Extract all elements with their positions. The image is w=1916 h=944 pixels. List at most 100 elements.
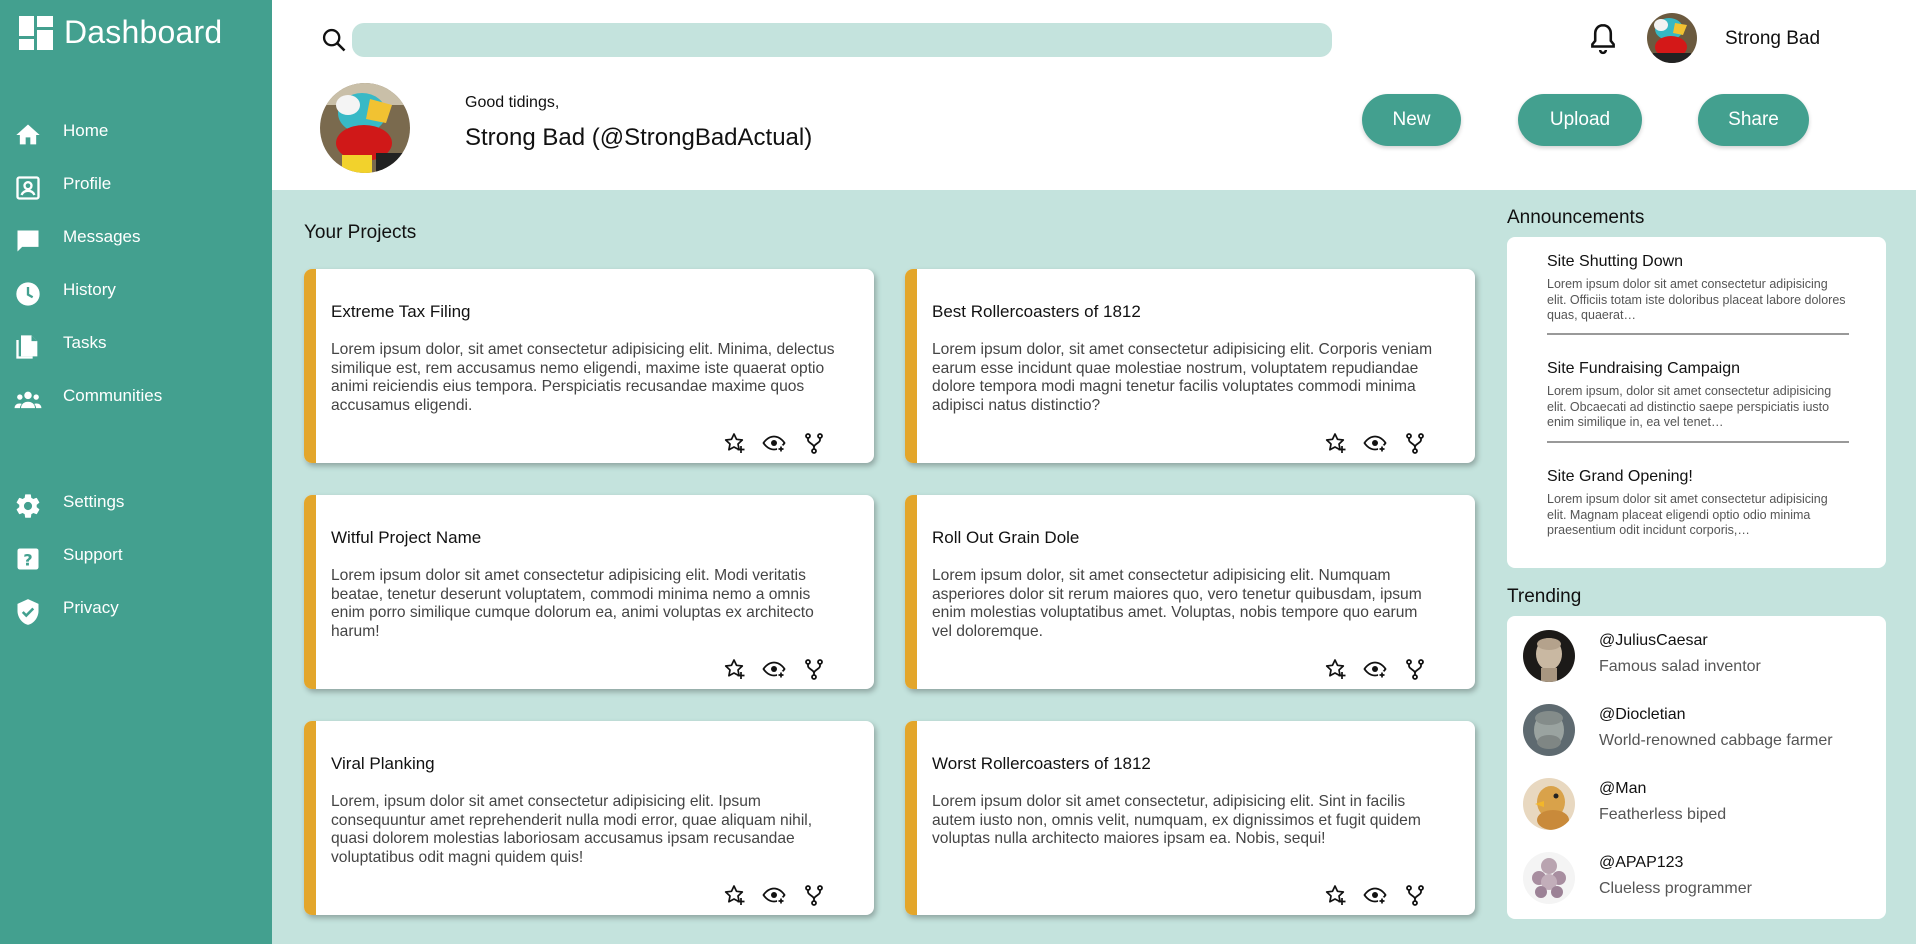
card-accent-bar bbox=[304, 721, 316, 915]
project-card[interactable]: Worst Rollercoasters of 1812 Lorem ipsum… bbox=[905, 721, 1475, 915]
avatar bbox=[1523, 704, 1575, 756]
chat-bubble-icon bbox=[17, 230, 39, 252]
announcement-item[interactable]: Site Grand Opening! Lorem ipsum dolor si… bbox=[1547, 468, 1849, 538]
search-icon[interactable] bbox=[320, 26, 348, 54]
shield-check-icon bbox=[17, 599, 39, 625]
eye-add-icon[interactable] bbox=[1363, 883, 1387, 907]
sidebar-item-history[interactable]: History bbox=[0, 272, 272, 312]
announcement-text: Lorem ipsum dolor sit amet consectetur a… bbox=[1547, 492, 1828, 537]
announcement-title[interactable]: Site Fundraising Campaign bbox=[1547, 360, 1849, 378]
sidebar: Dashboard Home Profile Messages History … bbox=[0, 0, 272, 944]
help-icon: ? bbox=[17, 548, 39, 570]
sidebar-item-messages[interactable]: Messages bbox=[0, 219, 272, 259]
project-title[interactable]: Extreme Tax Filing bbox=[331, 302, 471, 322]
sidebar-item-settings[interactable]: Settings bbox=[0, 484, 272, 524]
app-title: Dashboard bbox=[64, 14, 223, 50]
trending-item[interactable]: @APAP123 Clueless programmer bbox=[1523, 852, 1863, 908]
announcement-text: Lorem ipsum dolor sit amet consectetur a… bbox=[1547, 277, 1846, 322]
card-actions bbox=[1323, 657, 1433, 681]
project-card[interactable]: Witful Project Name Lorem ipsum dolor si… bbox=[304, 495, 874, 689]
star-add-icon[interactable] bbox=[722, 883, 746, 907]
project-title[interactable]: Worst Rollercoasters of 1812 bbox=[932, 754, 1151, 774]
trending-handle[interactable]: @APAP123 bbox=[1599, 854, 1683, 872]
eye-add-icon[interactable] bbox=[762, 431, 786, 455]
sidebar-item-label: Home bbox=[63, 121, 109, 140]
trending-handle[interactable]: @Diocletian bbox=[1599, 706, 1686, 724]
sidebar-item-label: Profile bbox=[63, 174, 112, 193]
star-add-icon[interactable] bbox=[722, 431, 746, 455]
sidebar-item-communities[interactable]: Communities bbox=[0, 378, 272, 418]
card-actions bbox=[722, 883, 832, 907]
trending-handle[interactable]: @JuliusCaesar bbox=[1599, 632, 1708, 650]
sidebar-item-privacy[interactable]: Privacy bbox=[0, 590, 272, 630]
eye-add-icon[interactable] bbox=[762, 657, 786, 681]
sidebar-item-label: Support bbox=[63, 545, 123, 564]
new-button[interactable]: New bbox=[1362, 94, 1461, 146]
user-handle: Strong Bad (@StrongBadActual) bbox=[465, 124, 813, 151]
header-username[interactable]: Strong Bad bbox=[1725, 28, 1820, 50]
card-accent-bar bbox=[905, 721, 917, 915]
announcement-item[interactable]: Site Fundraising Campaign Lorem ipsum, d… bbox=[1547, 360, 1849, 430]
announcement-title[interactable]: Site Grand Opening! bbox=[1547, 468, 1849, 486]
card-accent-bar bbox=[304, 269, 316, 463]
announcement-item[interactable]: Site Shutting Down Lorem ipsum dolor sit… bbox=[1547, 253, 1849, 323]
fork-icon[interactable] bbox=[802, 431, 826, 455]
star-add-icon[interactable] bbox=[722, 657, 746, 681]
projects-heading: Your Projects bbox=[304, 222, 417, 243]
fork-icon[interactable] bbox=[1403, 883, 1427, 907]
trending-item[interactable]: @Man Featherless biped bbox=[1523, 778, 1863, 834]
profile-avatar[interactable] bbox=[320, 83, 410, 173]
card-actions bbox=[722, 657, 832, 681]
announcement-title[interactable]: Site Shutting Down bbox=[1547, 253, 1849, 271]
gear-icon bbox=[16, 494, 40, 518]
eye-add-icon[interactable] bbox=[762, 883, 786, 907]
card-actions bbox=[722, 431, 832, 455]
project-title[interactable]: Viral Planking bbox=[331, 754, 435, 774]
divider bbox=[1547, 441, 1849, 443]
avatar[interactable] bbox=[1647, 13, 1697, 63]
project-card[interactable]: Extreme Tax Filing Lorem ipsum dolor, si… bbox=[304, 269, 874, 463]
upload-button[interactable]: Upload bbox=[1518, 94, 1642, 146]
star-add-icon[interactable] bbox=[1323, 883, 1347, 907]
fork-icon[interactable] bbox=[1403, 657, 1427, 681]
greeting-text: Good tidings, bbox=[465, 94, 560, 111]
search-input[interactable] bbox=[352, 23, 1332, 57]
star-add-icon[interactable] bbox=[1323, 657, 1347, 681]
eye-add-icon[interactable] bbox=[1363, 431, 1387, 455]
trending-description: World-renowned cabbage farmer bbox=[1599, 732, 1833, 749]
divider bbox=[1547, 333, 1849, 335]
avatar bbox=[1523, 630, 1575, 682]
trending-description: Famous salad inventor bbox=[1599, 658, 1761, 675]
share-button[interactable]: Share bbox=[1698, 94, 1809, 146]
card-accent-bar bbox=[905, 495, 917, 689]
project-description: Lorem ipsum dolor, sit amet consectetur … bbox=[932, 341, 1433, 414]
brand[interactable]: Dashboard bbox=[18, 14, 222, 51]
project-title[interactable]: Best Rollercoasters of 1812 bbox=[932, 302, 1141, 322]
project-description: Lorem ipsum dolor sit amet consectetur a… bbox=[331, 567, 814, 640]
user-avatar-image bbox=[1647, 13, 1697, 63]
trending-handle[interactable]: @Man bbox=[1599, 780, 1646, 798]
project-card[interactable]: Best Rollercoasters of 1812 Lorem ipsum … bbox=[905, 269, 1475, 463]
sidebar-item-profile[interactable]: Profile bbox=[0, 166, 272, 206]
profile-avatar-image bbox=[320, 83, 410, 173]
sidebar-item-tasks[interactable]: Tasks bbox=[0, 325, 272, 365]
star-add-icon[interactable] bbox=[1323, 431, 1347, 455]
clock-icon bbox=[16, 282, 40, 306]
profile-card-icon bbox=[16, 176, 40, 200]
project-card[interactable]: Viral Planking Lorem, ipsum dolor sit am… bbox=[304, 721, 874, 915]
trending-item[interactable]: @JuliusCaesar Famous salad inventor bbox=[1523, 630, 1863, 686]
project-description: Lorem ipsum dolor, sit amet consectetur … bbox=[932, 567, 1422, 640]
project-card[interactable]: Roll Out Grain Dole Lorem ipsum dolor, s… bbox=[905, 495, 1475, 689]
fork-icon[interactable] bbox=[802, 657, 826, 681]
sidebar-item-label: Communities bbox=[63, 386, 163, 405]
project-title[interactable]: Roll Out Grain Dole bbox=[932, 528, 1079, 548]
trending-item[interactable]: @Diocletian World-renowned cabbage farme… bbox=[1523, 704, 1863, 760]
project-title[interactable]: Witful Project Name bbox=[331, 528, 481, 548]
fork-icon[interactable] bbox=[802, 883, 826, 907]
bell-icon[interactable] bbox=[1586, 21, 1620, 55]
eye-add-icon[interactable] bbox=[1363, 657, 1387, 681]
card-actions bbox=[1323, 431, 1433, 455]
sidebar-item-home[interactable]: Home bbox=[0, 113, 272, 153]
fork-icon[interactable] bbox=[1403, 431, 1427, 455]
sidebar-item-support[interactable]: ? Support bbox=[0, 537, 272, 577]
